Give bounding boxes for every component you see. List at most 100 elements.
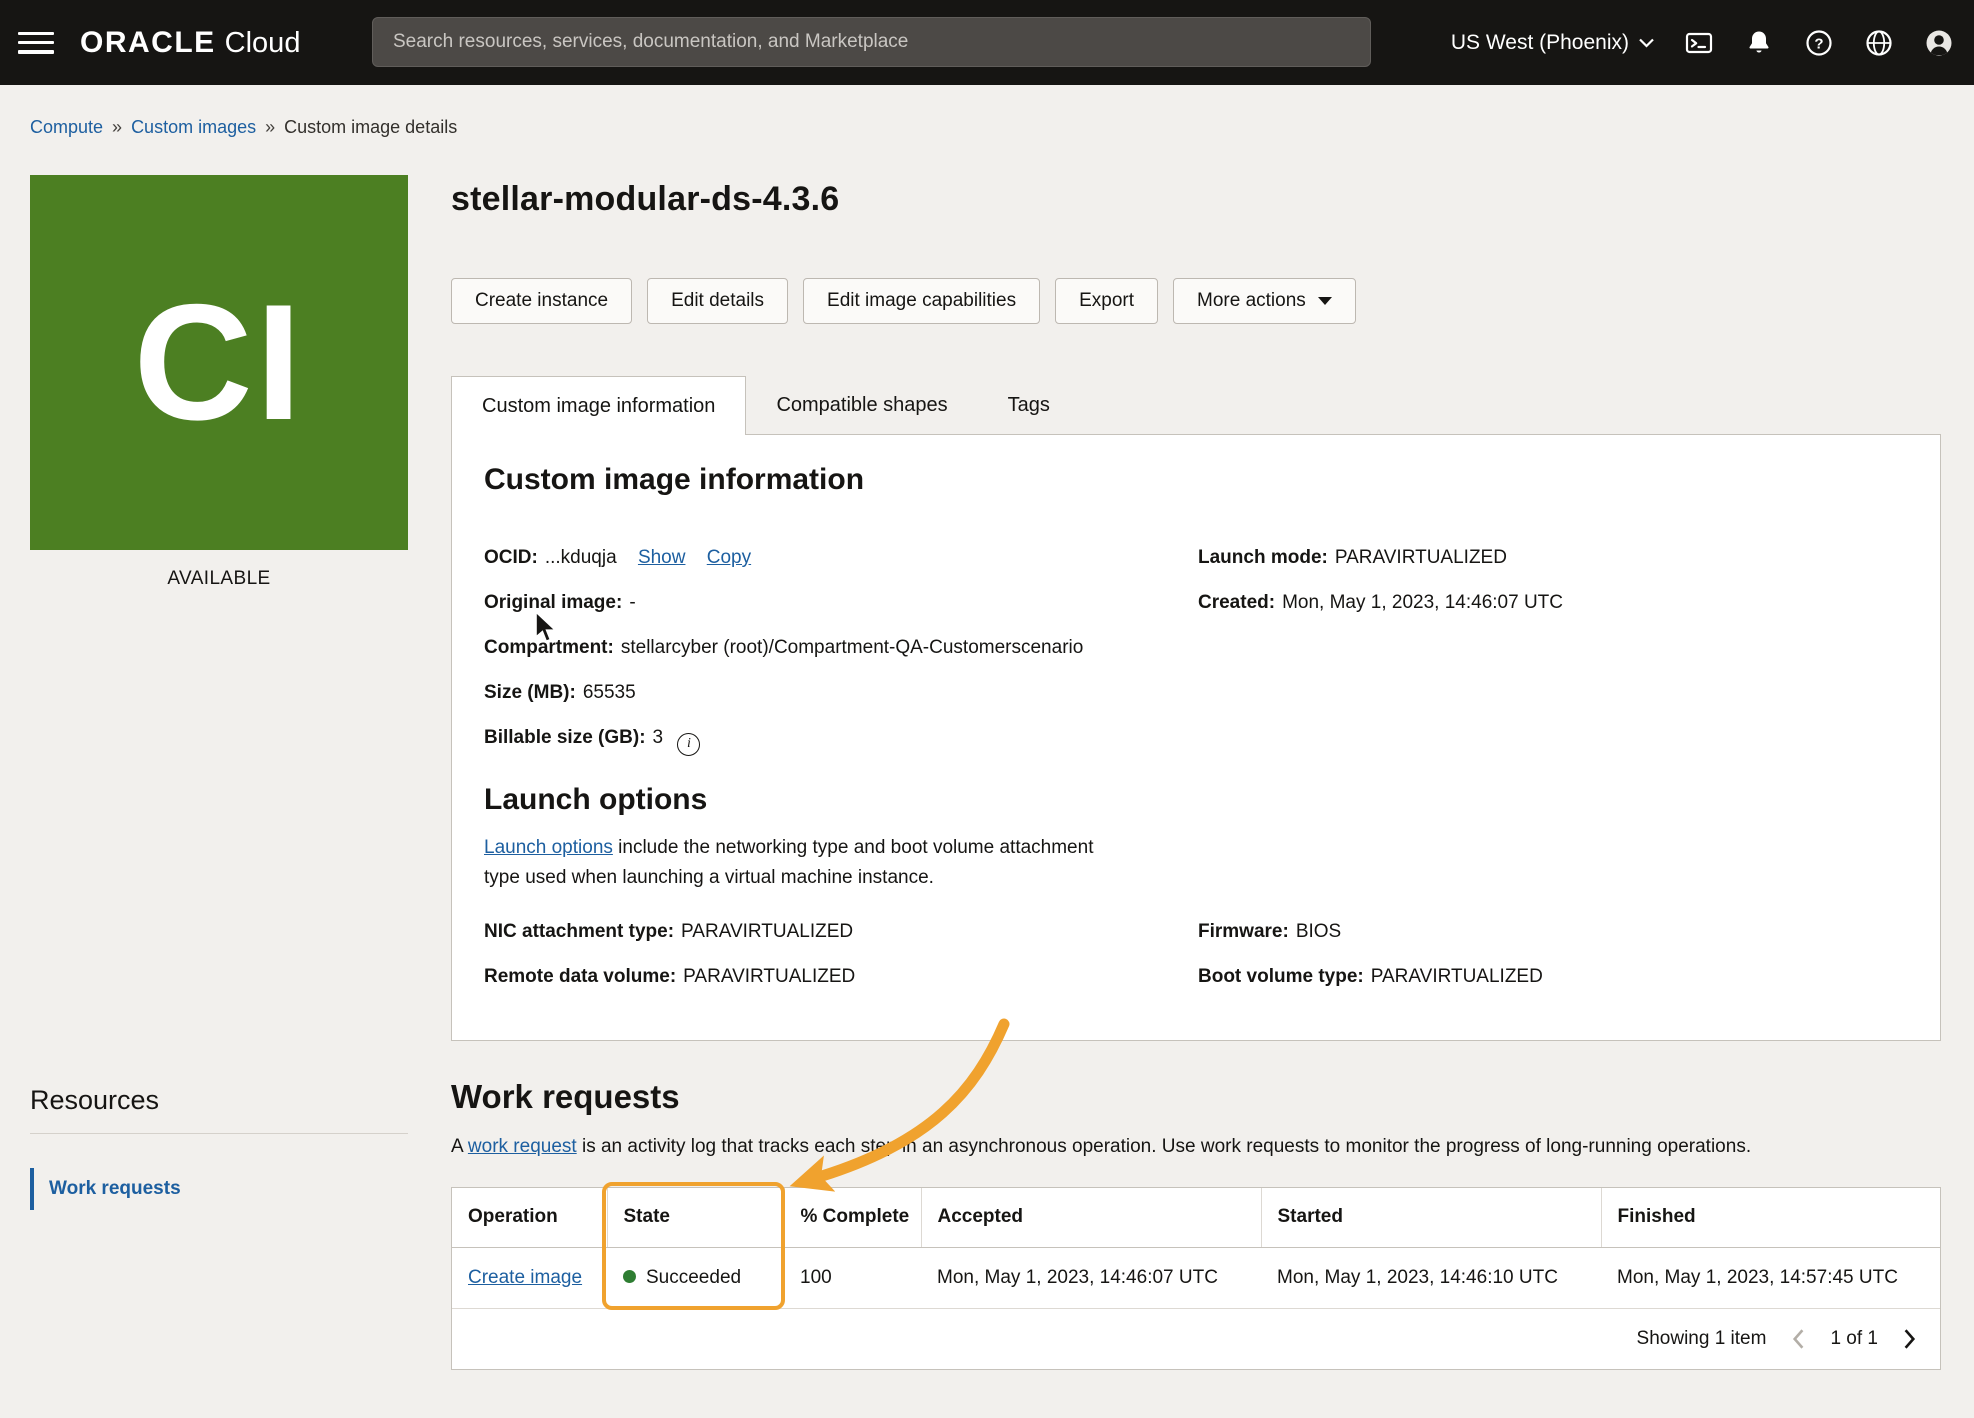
size-label: Size (MB): bbox=[484, 682, 576, 703]
created-value: Mon, May 1, 2023, 14:46:07 UTC bbox=[1282, 592, 1563, 613]
work-requests-description: A work request is an activity log that t… bbox=[451, 1136, 1941, 1158]
info-right-column: Launch mode: PARAVIRTUALIZED Created: Mon,… bbox=[1198, 535, 1563, 625]
info-row-created: Created: Mon, May 1, 2023, 14:46:07 UTC bbox=[1198, 580, 1563, 625]
brand-cloud: Cloud bbox=[225, 27, 301, 60]
breadcrumb-separator: » bbox=[265, 117, 275, 138]
tab-compatible-shapes[interactable]: Compatible shapes bbox=[746, 376, 977, 435]
info-row-remote-data-volume: Remote data volume:PARAVIRTUALIZED bbox=[484, 954, 855, 999]
tab-custom-image-information[interactable]: Custom image information bbox=[451, 376, 746, 435]
export-button[interactable]: Export bbox=[1055, 278, 1158, 324]
notifications-bell-icon[interactable] bbox=[1744, 28, 1774, 58]
edit-image-capabilities-button[interactable]: Edit image capabilities bbox=[803, 278, 1040, 324]
created-label: Created: bbox=[1198, 592, 1275, 613]
hamburger-menu-icon[interactable] bbox=[18, 30, 54, 56]
accepted-value: Mon, May 1, 2023, 14:46:07 UTC bbox=[921, 1247, 1261, 1308]
column-header-state: State bbox=[607, 1188, 784, 1247]
info-row-original-image: Original image:- bbox=[484, 580, 1083, 625]
info-tooltip-icon[interactable]: i bbox=[677, 733, 700, 756]
launch-mode-value: PARAVIRTUALIZED bbox=[1335, 547, 1507, 568]
size-value: 65535 bbox=[583, 682, 636, 703]
page-title: stellar-modular-ds-4.3.6 bbox=[451, 180, 839, 219]
region-selector[interactable]: US West (Phoenix) bbox=[1451, 31, 1654, 55]
edit-details-button[interactable]: Edit details bbox=[647, 278, 788, 324]
language-globe-icon[interactable] bbox=[1864, 28, 1894, 58]
work-request-link[interactable]: work request bbox=[468, 1136, 577, 1157]
info-row-boot-volume-type: Boot volume type: PARAVIRTUALIZED bbox=[1198, 954, 1543, 999]
info-row-launch-mode: Launch mode: PARAVIRTUALIZED bbox=[1198, 535, 1563, 580]
chevron-down-icon bbox=[1639, 38, 1654, 48]
billable-size-label: Billable size (GB): bbox=[484, 727, 646, 748]
table-pagination: Showing 1 item 1 of 1 bbox=[452, 1309, 1940, 1369]
launch-options-heading: Launch options bbox=[484, 783, 707, 817]
top-navigation-bar: ORACLE Cloud US West (Phoenix) ? bbox=[0, 0, 1974, 85]
table-row: Create image Succeeded 100 Mon, May 1, 2… bbox=[452, 1247, 1940, 1308]
info-row-ocid: OCID: ...kduqja Show Copy bbox=[484, 535, 1083, 580]
showing-items-label: Showing 1 item bbox=[1637, 1328, 1767, 1350]
launch-right-column: Firmware: BIOS Boot volume type: PARAVIRTU… bbox=[1198, 909, 1543, 999]
original-image-label: Original image: bbox=[484, 592, 622, 613]
global-search bbox=[372, 17, 1371, 67]
column-header-finished: Finished bbox=[1601, 1188, 1940, 1247]
custom-image-information-panel: Custom image information OCID: ...kduqja … bbox=[451, 434, 1941, 1041]
original-image-value: - bbox=[629, 592, 635, 613]
breadcrumb-separator: » bbox=[112, 117, 122, 138]
sidebar-item-work-requests[interactable]: Work requests bbox=[30, 1168, 404, 1210]
info-section-heading: Custom image information bbox=[484, 463, 864, 497]
info-left-column: OCID: ...kduqja Show Copy Original image:… bbox=[484, 535, 1083, 760]
ocid-label: OCID: bbox=[484, 547, 538, 568]
firmware-label: Firmware: bbox=[1198, 921, 1289, 942]
custom-image-thumbnail: CI bbox=[30, 175, 408, 550]
column-header-operation: Operation bbox=[452, 1188, 607, 1247]
ocid-show-link[interactable]: Show bbox=[638, 547, 686, 568]
breadcrumb: Compute » Custom images » Custom image d… bbox=[30, 117, 457, 138]
status-badge: AVAILABLE bbox=[30, 568, 408, 590]
action-button-row: Create instance Edit details Edit image … bbox=[451, 278, 1356, 324]
resources-heading: Resources bbox=[30, 1085, 159, 1116]
ocid-copy-link[interactable]: Copy bbox=[707, 547, 751, 568]
previous-page-icon[interactable] bbox=[1788, 1328, 1808, 1350]
boot-volume-type-label: Boot volume type: bbox=[1198, 966, 1364, 987]
billable-size-value: 3 bbox=[653, 727, 664, 748]
breadcrumb-compute[interactable]: Compute bbox=[30, 117, 103, 138]
user-avatar-icon[interactable] bbox=[1924, 28, 1954, 58]
svg-text:?: ? bbox=[1814, 35, 1823, 52]
launch-mode-label: Launch mode: bbox=[1198, 547, 1328, 568]
remote-data-volume-value: PARAVIRTUALIZED bbox=[683, 966, 855, 987]
column-header-started: Started bbox=[1261, 1188, 1601, 1247]
table-header-row: Operation State % Complete Accepted Star… bbox=[452, 1188, 1940, 1247]
detail-tabs: Custom image information Compatible shap… bbox=[451, 376, 1080, 435]
ocid-value: ...kduqja bbox=[545, 547, 617, 568]
work-requests-heading: Work requests bbox=[451, 1078, 680, 1116]
tab-tags[interactable]: Tags bbox=[978, 376, 1080, 435]
image-initials: CI bbox=[134, 280, 305, 445]
nic-attachment-label: NIC attachment type: bbox=[484, 921, 674, 942]
wr-desc-prefix: A bbox=[451, 1136, 468, 1157]
nic-attachment-value: PARAVIRTUALIZED bbox=[681, 921, 853, 942]
more-actions-label: More actions bbox=[1197, 290, 1306, 312]
work-requests-table: Operation State % Complete Accepted Star… bbox=[451, 1187, 1941, 1370]
chevron-down-icon bbox=[1318, 297, 1332, 305]
wr-desc-rest: is an activity log that tracks each step… bbox=[577, 1136, 1751, 1157]
state-value: Succeeded bbox=[646, 1267, 741, 1288]
breadcrumb-custom-images[interactable]: Custom images bbox=[131, 117, 256, 138]
column-header-accepted: Accepted bbox=[921, 1188, 1261, 1247]
breadcrumb-current: Custom image details bbox=[284, 117, 457, 138]
help-icon[interactable]: ? bbox=[1804, 28, 1834, 58]
launch-options-link[interactable]: Launch options bbox=[484, 837, 613, 858]
brand-oracle: ORACLE bbox=[80, 26, 216, 60]
resources-divider bbox=[30, 1133, 408, 1134]
firmware-value: BIOS bbox=[1296, 921, 1341, 942]
compartment-value: stellarcyber (root)/Compartment-QA-Custo… bbox=[621, 637, 1083, 658]
info-row-nic-attachment: NIC attachment type: PARAVIRTUALIZED bbox=[484, 909, 855, 954]
more-actions-button[interactable]: More actions bbox=[1173, 278, 1356, 324]
create-image-link[interactable]: Create image bbox=[468, 1267, 582, 1288]
launch-options-description: Launch options include the networking ty… bbox=[484, 833, 1114, 893]
search-input[interactable] bbox=[372, 17, 1371, 67]
next-page-icon[interactable] bbox=[1900, 1328, 1920, 1350]
create-instance-button[interactable]: Create instance bbox=[451, 278, 632, 324]
oracle-cloud-logo[interactable]: ORACLE Cloud bbox=[80, 26, 300, 60]
boot-volume-type-value: PARAVIRTUALIZED bbox=[1371, 966, 1543, 987]
success-status-dot bbox=[623, 1270, 636, 1283]
finished-value: Mon, May 1, 2023, 14:57:45 UTC bbox=[1601, 1247, 1940, 1308]
developer-tools-icon[interactable] bbox=[1684, 28, 1714, 58]
